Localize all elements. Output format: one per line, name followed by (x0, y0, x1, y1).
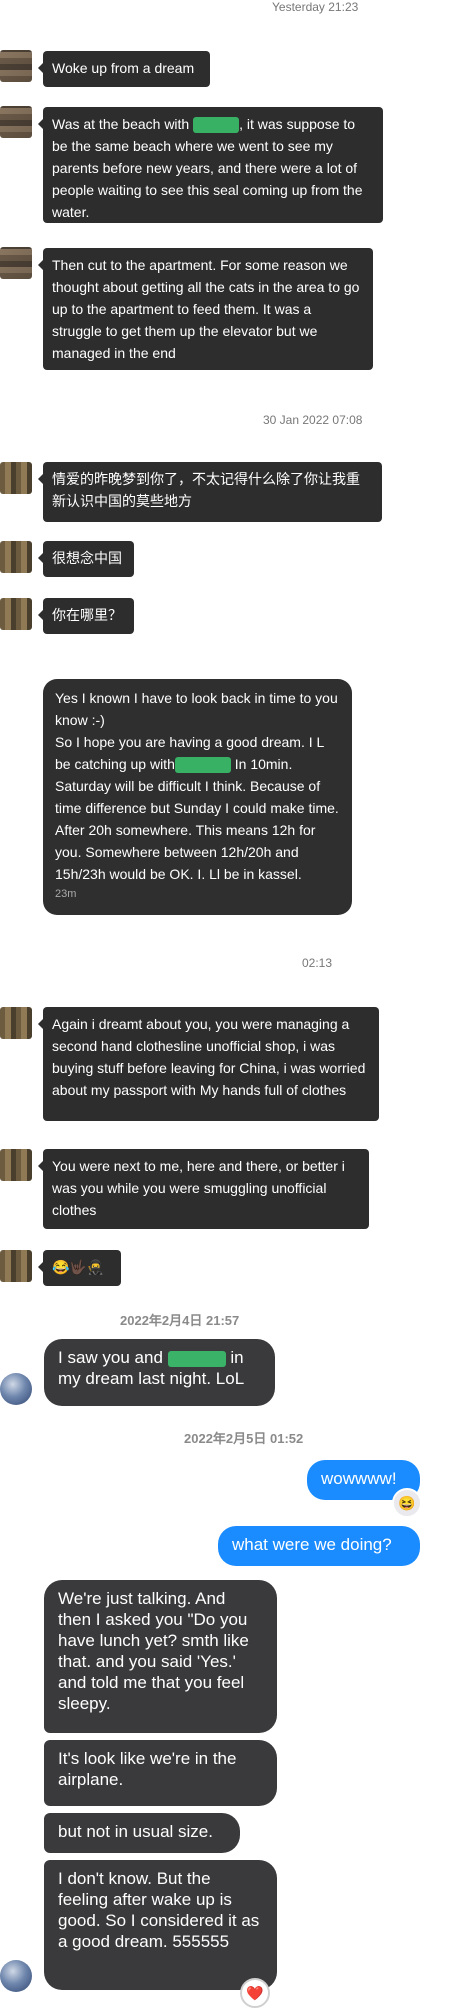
message-bubble[interactable]: Was at the beach with , it was suppose t… (38, 107, 383, 223)
message-text: wowwww! (321, 1469, 397, 1488)
message-text: In 10min. Saturday will be difficult I t… (55, 756, 339, 882)
message-bubble[interactable]: It's look like we're in the airplane. (44, 1740, 277, 1806)
avatar[interactable] (0, 1149, 32, 1181)
message-text: Then cut to the apartment. For some reas… (52, 257, 360, 361)
avatar[interactable] (0, 462, 32, 494)
message-time: 23m (55, 888, 77, 900)
avatar[interactable] (0, 541, 32, 573)
timestamp: 2022年2月4日 21:57 (120, 1313, 240, 1328)
message-bubble[interactable]: You were next to me, here and there, or … (38, 1149, 369, 1229)
message-bubble[interactable]: 😂🤟🏿🥷 (38, 1250, 121, 1286)
redaction-mark (174, 757, 231, 774)
redaction-mark (193, 117, 240, 134)
message-bubble[interactable]: We're just talking. And then I asked you… (44, 1580, 277, 1733)
message-text: what were we doing? (232, 1535, 392, 1554)
heart-icon: ❤️ (246, 1984, 264, 2001)
message-text: Was at the beach with (52, 116, 190, 132)
tapback-laugh-icon[interactable]: 😆 (392, 1488, 422, 1518)
timestamp: 2022年2月5日 01:52 (184, 1431, 304, 1446)
message-text: but not in usual size. (58, 1822, 213, 1841)
avatar[interactable] (0, 1373, 32, 1405)
avatar[interactable] (0, 598, 32, 630)
avatar[interactable] (0, 1960, 32, 1992)
message-text: 情爱的昨晚梦到你了，不太记得什么除了你让我重新认识中国的莫些地方 (52, 471, 360, 509)
message-text: You were next to me, here and there, or … (52, 1158, 345, 1218)
timestamp: 30 Jan 2022 07:08 (263, 413, 363, 427)
message-text: 你在哪里？ (52, 607, 122, 623)
message-bubble[interactable]: Woke up from a dream (38, 51, 210, 87)
avatar[interactable] (0, 1250, 32, 1282)
message-text: We're just talking. And then I asked you… (58, 1589, 249, 1713)
message-text: I saw you and (58, 1348, 163, 1367)
avatar[interactable] (0, 247, 32, 279)
avatar[interactable] (0, 106, 32, 138)
message-text: I don't know. But the feeling after wake… (58, 1869, 260, 1951)
message-text: Woke up from a dream (52, 60, 195, 76)
message-bubble[interactable]: what were we doing? (218, 1526, 420, 1566)
message-bubble[interactable]: Yes I known I have to look back in time … (43, 679, 352, 915)
avatar[interactable] (0, 50, 32, 82)
message-bubble[interactable]: 很想念中国 (38, 541, 134, 577)
laugh-icon: 😆 (398, 1494, 416, 1511)
redaction-mark (167, 1350, 226, 1367)
timestamp: 02:13 (302, 956, 333, 970)
message-bubble[interactable]: 你在哪里？ (38, 598, 134, 634)
message-text: 很想念中国 (52, 550, 122, 566)
message-bubble[interactable]: I saw you and in my dream last night. Lo… (44, 1339, 275, 1406)
message-text: Again i dreamt about you, you were manag… (52, 1016, 366, 1098)
tapback-heart-icon[interactable]: ❤️ (240, 1978, 270, 2008)
message-bubble[interactable]: but not in usual size. (44, 1813, 240, 1853)
message-bubble[interactable]: Then cut to the apartment. For some reas… (38, 248, 373, 370)
avatar[interactable] (0, 1007, 32, 1039)
message-bubble[interactable]: 情爱的昨晚梦到你了，不太记得什么除了你让我重新认识中国的莫些地方 (38, 462, 382, 522)
timestamp: Yesterday 21:23 (272, 0, 359, 14)
message-bubble[interactable]: Again i dreamt about you, you were manag… (38, 1007, 379, 1121)
message-text: It's look like we're in the airplane. (58, 1749, 237, 1789)
message-bubble[interactable]: I don't know. But the feeling after wake… (44, 1860, 277, 1990)
message-text: 😂🤟🏿🥷 (52, 1259, 105, 1275)
